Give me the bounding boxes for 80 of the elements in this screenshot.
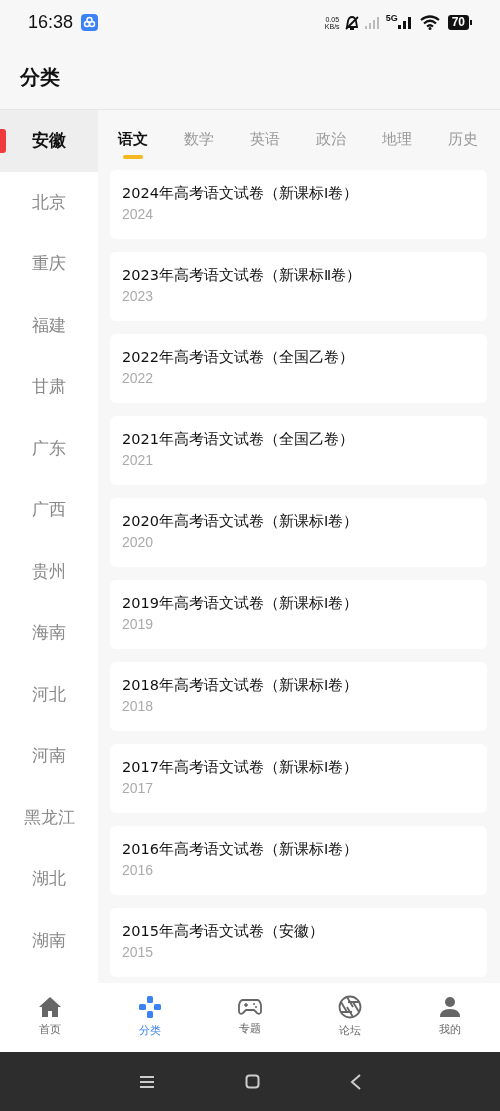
paper-card[interactable]: 2016年高考语文试卷（新课标Ⅰ卷） 2016 xyxy=(110,826,487,895)
paper-title: 2024年高考语文试卷（新课标Ⅰ卷） xyxy=(122,184,360,203)
gamepad-icon xyxy=(238,997,262,1018)
back-icon[interactable] xyxy=(349,1073,362,1090)
dpad-icon xyxy=(138,995,162,1020)
subject-tab[interactable]: 数学 xyxy=(184,129,214,149)
province-label: 重庆 xyxy=(32,252,66,275)
paper-card[interactable]: 2024年高考语文试卷（新课标Ⅰ卷） 2024 xyxy=(110,170,487,239)
province-label: 广西 xyxy=(32,498,66,521)
tab-underline xyxy=(123,155,143,159)
paper-card[interactable]: 2019年高考语文试卷（新课标Ⅰ卷） 2019 xyxy=(110,580,487,649)
network-type: 5G xyxy=(385,12,398,25)
nav-tab[interactable]: 首页 xyxy=(0,996,100,1039)
paper-card[interactable]: 2021年高考语文试卷（全国乙卷） 2021 xyxy=(110,416,487,485)
nav-label: 我的 xyxy=(439,1022,461,1039)
nav-label: 首页 xyxy=(39,1022,61,1039)
paper-card[interactable]: 2017年高考语文试卷（新课标Ⅰ卷） 2017 xyxy=(110,744,487,813)
province-label: 河南 xyxy=(32,744,66,767)
province-label: 湖南 xyxy=(32,928,66,952)
paper-year: 2022 xyxy=(122,369,155,388)
paper-year: 2016 xyxy=(122,861,155,880)
paper-title: 2022年高考语文试卷（全国乙卷） xyxy=(122,348,355,367)
paper-year: 2019 xyxy=(122,615,155,634)
paper-year: 2018 xyxy=(122,697,155,716)
nav-tab[interactable]: 论坛 xyxy=(300,995,400,1040)
subject-tab[interactable]: 英语 xyxy=(250,129,280,149)
paper-year: 2020 xyxy=(122,533,155,552)
paper-card[interactable]: 2022年高考语文试卷（全国乙卷） 2022 xyxy=(110,334,487,403)
province-label: 北京 xyxy=(32,190,66,214)
paper-title: 2019年高考语文试卷（新课标Ⅰ卷） xyxy=(122,594,360,613)
aperture-icon xyxy=(338,995,362,1020)
selection-indicator xyxy=(0,129,6,153)
paper-title: 2021年高考语文试卷（全国乙卷） xyxy=(122,430,355,449)
paper-title: 2023年高考语文试卷（新课标Ⅱ卷） xyxy=(122,266,363,285)
paper-year: 2024 xyxy=(122,205,155,224)
bell-muted-icon xyxy=(343,14,360,31)
paper-title: 2020年高考语文试卷（新课标Ⅰ卷） xyxy=(122,512,360,531)
province-label: 甘肃 xyxy=(32,375,66,398)
province-label: 湖北 xyxy=(32,867,66,890)
paper-title: 2015年高考语文试卷（安徽） xyxy=(122,922,325,941)
subject-tab[interactable]: 历史 xyxy=(448,129,478,149)
signal-icon xyxy=(363,15,382,30)
paper-title: 2017年高考语文试卷（新课标Ⅰ卷） xyxy=(122,758,360,777)
home-icon xyxy=(38,996,62,1019)
nav-tab[interactable]: 分类 xyxy=(100,995,200,1040)
wifi-icon xyxy=(419,15,440,30)
nav-label: 分类 xyxy=(139,1023,161,1040)
home-button-icon[interactable] xyxy=(244,1074,260,1089)
nav-label: 论坛 xyxy=(339,1023,361,1040)
province-label: 河北 xyxy=(32,682,66,706)
status-time: 16:38 xyxy=(28,11,74,34)
menu-icon[interactable] xyxy=(138,1074,155,1089)
paper-year: 2021 xyxy=(122,451,155,470)
paper-year: 2023 xyxy=(122,287,155,306)
nav-tab[interactable]: 专题 xyxy=(200,997,300,1038)
subject-tab[interactable]: 地理 xyxy=(382,129,412,149)
province-label: 广东 xyxy=(32,436,66,460)
paper-year: 2017 xyxy=(122,779,155,798)
page-title: 分类 xyxy=(20,64,60,91)
paper-card[interactable]: 2015年高考语文试卷（安徽） 2015 xyxy=(110,908,487,977)
paper-title: 2016年高考语文试卷（新课标Ⅰ卷） xyxy=(122,840,360,859)
province-label: 安徽 xyxy=(32,129,66,152)
province-label: 福建 xyxy=(32,313,66,337)
nav-label: 专题 xyxy=(239,1021,261,1038)
cloud-app-icon xyxy=(81,14,99,31)
province-label: 贵州 xyxy=(32,559,66,583)
paper-card[interactable]: 2023年高考语文试卷（新课标Ⅱ卷） 2023 xyxy=(110,252,487,321)
subject-tab[interactable]: 语文 xyxy=(118,129,148,149)
paper-card[interactable]: 2018年高考语文试卷（新课标Ⅰ卷） 2018 xyxy=(110,662,487,731)
province-label: 黑龙江 xyxy=(23,805,75,829)
subject-tab[interactable]: 政治 xyxy=(316,129,346,149)
signal-icon xyxy=(397,15,412,30)
person-icon xyxy=(439,996,461,1019)
battery-indicator: 70 xyxy=(447,15,469,30)
paper-title: 2018年高考语文试卷（新课标Ⅰ卷） xyxy=(122,676,360,695)
paper-year: 2015 xyxy=(122,943,155,962)
province-item[interactable]: 安徽 xyxy=(0,110,98,172)
province-label: 海南 xyxy=(32,621,66,644)
paper-card[interactable]: 2020年高考语文试卷（新课标Ⅰ卷） 2020 xyxy=(110,498,487,567)
nav-tab[interactable]: 我的 xyxy=(400,996,500,1039)
